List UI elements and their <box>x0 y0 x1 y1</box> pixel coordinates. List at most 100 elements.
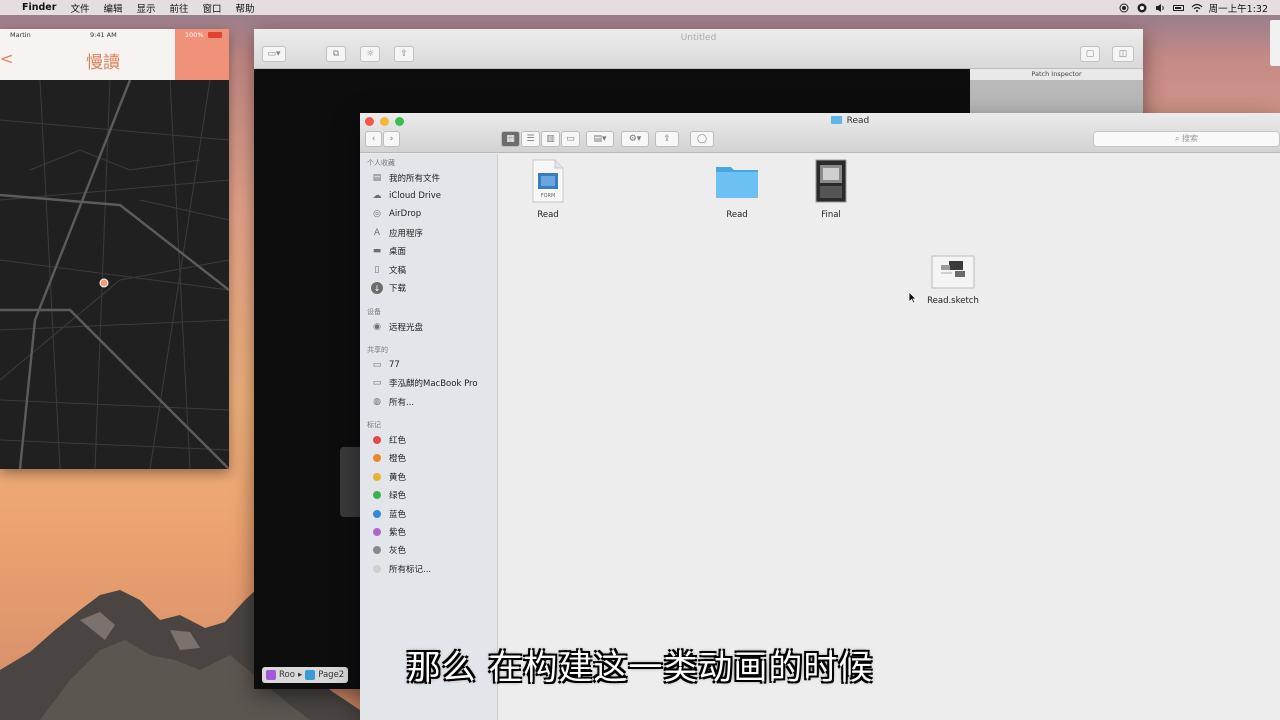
menu-clock[interactable]: 周一上午1:32 <box>1209 1 1268 15</box>
origami-toolbar: Untitled ▭▾ ⧉ ☼ ⇪ ▢ ◫ <box>254 29 1143 69</box>
share-icon[interactable]: ⇪ <box>655 131 679 147</box>
sidebar-item-label: 远程光盘 <box>389 323 424 333</box>
sidebar-item-label: 下载 <box>389 284 407 294</box>
layout-menu-button[interactable]: ▭▾ <box>262 46 286 62</box>
menu-go[interactable]: 前往 <box>162 1 195 15</box>
sidebar-tag-label: 所有标记... <box>389 564 432 575</box>
sidebar-tag-green[interactable]: 绿色 <box>371 487 496 503</box>
sidebar-item-label: 77 <box>389 360 400 370</box>
tag-color-dot-icon <box>373 564 381 573</box>
image-thumbnail-icon <box>815 159 847 203</box>
tag-color-dot-icon <box>373 454 381 463</box>
copy-button[interactable]: ⧉ <box>326 46 346 62</box>
volume-icon[interactable] <box>1155 3 1165 13</box>
desktop-file-icon[interactable] <box>1270 20 1280 66</box>
file-name: Final <box>821 210 841 220</box>
carrier-label: Martin <box>10 31 31 39</box>
menu-help[interactable]: 帮助 <box>229 1 262 15</box>
edit-tags-button[interactable]: ◯ <box>690 131 714 147</box>
sidebar-tag-label: 蓝色 <box>389 509 407 520</box>
sidebar-tag-yellow[interactable]: 黄色 <box>371 469 496 485</box>
sidebar-item-all-files[interactable]: ▤ 我的所有文件 <box>371 170 496 186</box>
patch-inspector-title: Patch Inspector <box>970 69 1143 80</box>
inspector-toggle-button[interactable]: ◫ <box>1112 46 1134 62</box>
sidebar-tag-red[interactable]: 红色 <box>371 432 496 448</box>
action-gear-button[interactable]: ⚙▾ <box>621 131 649 147</box>
menu-edit[interactable]: 编辑 <box>96 1 129 15</box>
cover-flow-button[interactable]: ▭ <box>561 131 580 147</box>
phone-time: 9:41 AM <box>90 31 117 39</box>
back-chevron-icon[interactable]: < <box>0 49 13 68</box>
menu-view[interactable]: 显示 <box>129 1 162 15</box>
all-files-icon: ▤ <box>372 173 382 183</box>
form-document-icon: FORM <box>532 159 564 203</box>
sketch-file-icon <box>931 255 975 289</box>
sidebar-tag-orange[interactable]: 橙色 <box>371 450 496 466</box>
forward-button[interactable]: › <box>383 131 400 147</box>
display-icon: ▭ <box>372 360 382 370</box>
record-icon[interactable] <box>1119 3 1129 13</box>
viewer-toggle-button[interactable]: ▢ <box>1080 46 1100 62</box>
sidebar-tag-label: 绿色 <box>389 491 407 502</box>
tag-color-dot-icon <box>373 436 381 444</box>
sidebar-item-airdrop[interactable]: ◎ AirDrop <box>371 206 496 222</box>
sidebar-item-icloud[interactable]: ☁ iCloud Drive <box>371 188 496 204</box>
column-view-button[interactable]: ▥ <box>541 131 560 147</box>
arrange-menu-button[interactable]: ▤▾ <box>586 131 614 147</box>
sidebar-item-documents[interactable]: ▯ 文稿 <box>371 262 496 278</box>
patch-inspector-panel: Patch Inspector <box>970 69 1143 119</box>
file-name: Read <box>537 210 559 220</box>
sidebar-tag-gray[interactable]: 灰色 <box>371 542 496 558</box>
applications-icon: A <box>373 228 381 238</box>
sidebar-item-label: 李泓麒的MacBook Pro <box>389 379 478 389</box>
sidebar-item-desktop[interactable]: ▬ 桌面 <box>371 243 496 259</box>
file-name: Read <box>726 210 748 220</box>
cloud-icon: ☁ <box>372 191 382 201</box>
share-button[interactable]: ⇪ <box>394 46 414 62</box>
sidebar-tag-all-tags[interactable]: 所有标记... <box>371 561 496 577</box>
finder-window-title: Read <box>846 116 870 126</box>
svg-text:FORM: FORM <box>541 193 556 199</box>
menu-app-name[interactable]: Finder <box>11 2 63 13</box>
sidebar-item-shared-macbook[interactable]: ▭ 李泓麒的MacBook Pro <box>371 375 496 391</box>
sidebar-item-shared-77[interactable]: ▭ 77 <box>371 357 496 373</box>
sidebar-item-applications[interactable]: A 应用程序 <box>371 225 496 241</box>
menu-file[interactable]: 文件 <box>63 1 96 15</box>
finder-title: Read <box>360 116 1280 126</box>
sidebar-item-downloads[interactable]: ↓ 下载 <box>371 280 496 296</box>
folder-read[interactable]: Read <box>702 159 772 220</box>
sidebar-tag-purple[interactable]: 紫色 <box>371 524 496 540</box>
search-icon: ⌕ <box>1174 134 1180 143</box>
sidebar-tag-label: 灰色 <box>389 546 407 557</box>
sidebar-item-shared-all[interactable]: ◍ 所有... <box>371 394 496 410</box>
battery-icon[interactable] <box>1172 3 1184 13</box>
wifi-icon[interactable] <box>1191 3 1203 13</box>
video-subtitle: 那么 在构建这一类动画的时候 <box>0 640 1280 689</box>
sidebar-tag-label: 紫色 <box>389 528 407 538</box>
patch-node-fragment[interactable] <box>340 447 362 517</box>
sidebar-item-remote-disc[interactable]: ◉ 远程光盘 <box>371 319 496 335</box>
phone-battery-label: 100% <box>185 31 204 39</box>
file-read-form[interactable]: FORM Read <box>513 159 583 220</box>
airdrop-icon: ◎ <box>373 209 381 219</box>
sidebar-item-label: 应用程序 <box>389 229 424 239</box>
documents-icon: ▯ <box>374 265 380 275</box>
back-button[interactable]: ‹ <box>365 131 382 147</box>
subtitle-text: 那么 在构建这一类动画的时候 <box>406 648 874 688</box>
list-view-button[interactable]: ☰ <box>521 131 540 147</box>
folder-icon <box>716 167 758 198</box>
app-status-icon[interactable] <box>1137 3 1147 13</box>
sidebar-tag-label: 红色 <box>389 436 407 446</box>
icon-view-button[interactable]: ▦ <box>501 131 520 147</box>
tag-color-dot-icon <box>373 472 381 481</box>
file-final[interactable]: Final <box>796 159 866 220</box>
desktop-icon: ▬ <box>372 246 382 256</box>
tags-header: 标记 <box>367 421 381 429</box>
menu-window[interactable]: 窗口 <box>196 1 229 15</box>
search-input[interactable]: ⌕ 搜索 <box>1093 131 1280 147</box>
dark-map[interactable] <box>0 80 229 469</box>
finder-sidebar: 个人收藏 ▤ 我的所有文件 ☁ iCloud Drive ◎ AirDrop A 应用程… <box>360 154 498 720</box>
network-icon: ◍ <box>373 397 381 407</box>
sidebar-tag-blue[interactable]: 蓝色 <box>371 506 496 522</box>
settings-button[interactable]: ☼ <box>360 46 380 62</box>
